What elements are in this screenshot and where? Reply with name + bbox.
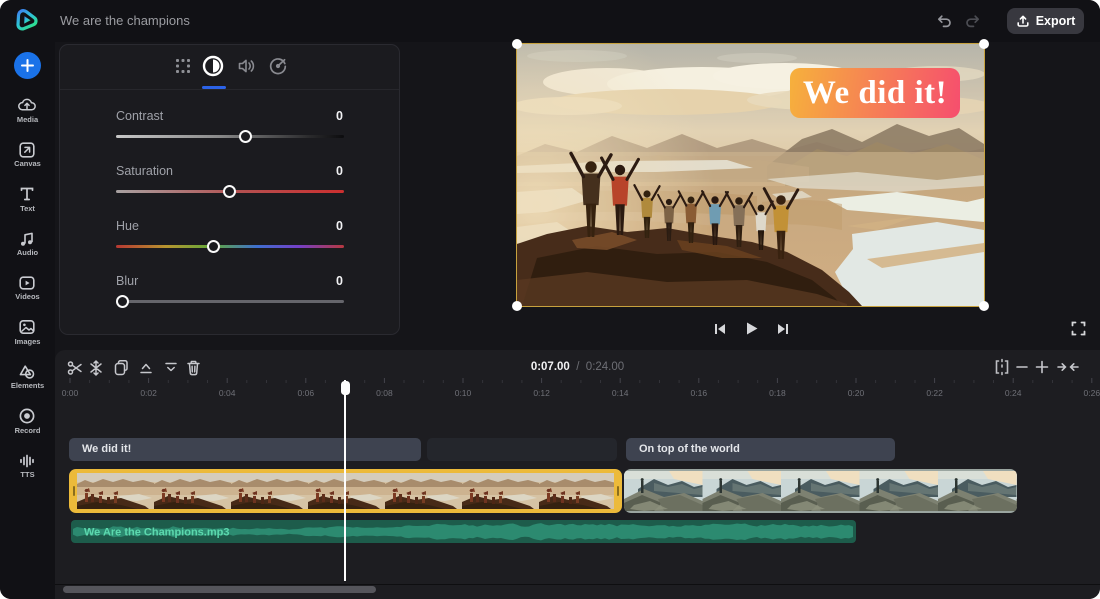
svg-text:0:10: 0:10 (455, 388, 472, 398)
svg-text:We Are the Champions.mp3: We Are the Champions.mp3 (84, 526, 229, 538)
svg-text:0:02: 0:02 (140, 388, 157, 398)
svg-text:0:00: 0:00 (62, 388, 79, 398)
svg-text:0:06: 0:06 (298, 388, 315, 398)
svg-text:0:26: 0:26 (1084, 388, 1100, 398)
svg-text:0:14: 0:14 (612, 388, 629, 398)
svg-text:0:18: 0:18 (769, 388, 786, 398)
svg-text:0:08: 0:08 (376, 388, 393, 398)
svg-text:0:12: 0:12 (533, 388, 550, 398)
svg-text:0:16: 0:16 (691, 388, 708, 398)
svg-text:0:22: 0:22 (926, 388, 943, 398)
svg-text:0:04: 0:04 (219, 388, 236, 398)
svg-text:0:20: 0:20 (848, 388, 865, 398)
svg-text:0:24: 0:24 (1005, 388, 1022, 398)
